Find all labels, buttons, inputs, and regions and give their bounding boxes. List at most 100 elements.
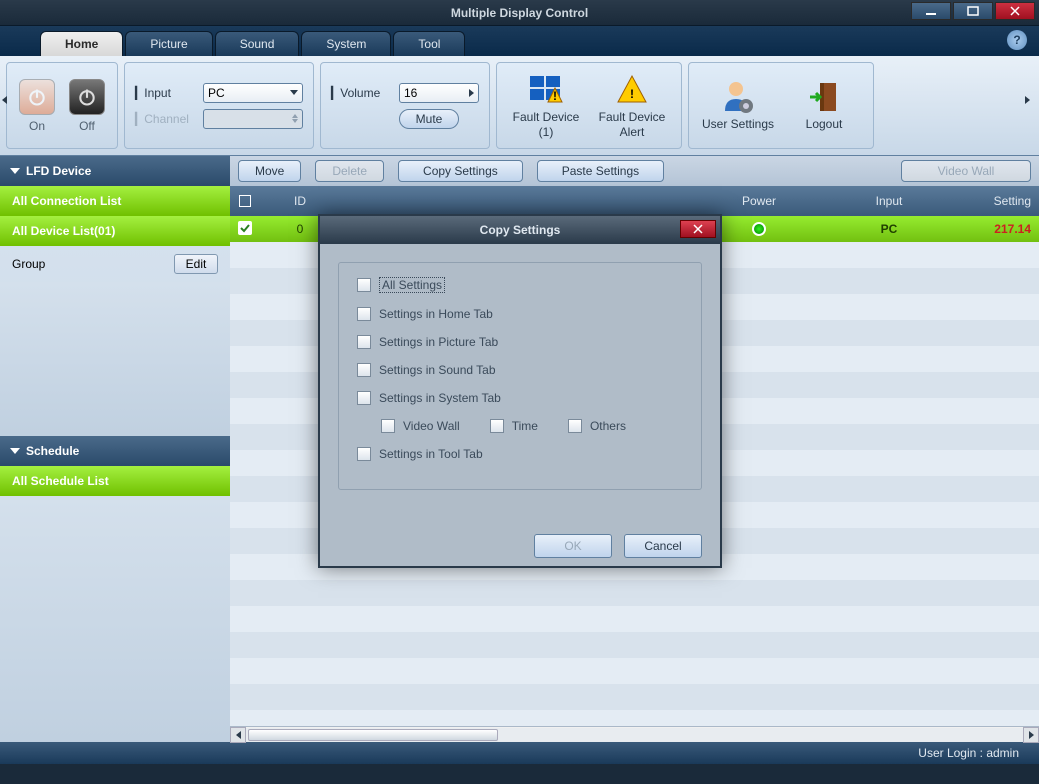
chk-home-tab[interactable]: [357, 307, 371, 321]
chk-others[interactable]: [568, 419, 582, 433]
volume-stepper[interactable]: 16: [399, 83, 479, 103]
user-login-label: User Login : admin: [918, 746, 1019, 760]
horizontal-scrollbar[interactable]: [230, 726, 1039, 742]
chk-video-wall[interactable]: [381, 419, 395, 433]
scroll-track[interactable]: [246, 728, 1023, 742]
fault-device-button[interactable]: ! Fault Device (1): [507, 72, 585, 139]
user-group: User Settings Logout: [688, 62, 874, 149]
input-label: ▎Input: [135, 86, 195, 100]
logout-door-icon: [806, 79, 842, 115]
toolbar: Move Delete Copy Settings Paste Settings…: [230, 156, 1039, 186]
chevron-down-icon: [290, 90, 298, 95]
fault-device-icon: !: [528, 72, 564, 108]
sidebar-item-all-connection[interactable]: All Connection List: [0, 186, 230, 216]
chk-system-tab[interactable]: [357, 391, 371, 405]
copy-settings-dialog: Copy Settings All Settings Settings in H…: [318, 214, 722, 568]
sidebar-header-lfd[interactable]: LFD Device: [0, 156, 230, 186]
edit-group-button[interactable]: Edit: [174, 254, 218, 274]
cancel-button[interactable]: Cancel: [624, 534, 702, 558]
maximize-button[interactable]: [953, 2, 993, 20]
ribbon-scroll-right[interactable]: [1025, 96, 1037, 116]
header-power[interactable]: Power: [709, 194, 809, 208]
copy-settings-button[interactable]: Copy Settings: [398, 160, 523, 182]
scroll-left-button[interactable]: [230, 727, 246, 743]
logout-button[interactable]: Logout: [785, 79, 863, 131]
lbl-system-tab: Settings in System Tab: [379, 391, 501, 405]
lbl-time: Time: [512, 419, 538, 433]
scroll-thumb[interactable]: [248, 729, 498, 741]
app-title: Multiple Display Control: [451, 6, 588, 20]
sidebar-item-all-schedule[interactable]: All Schedule List: [0, 466, 230, 496]
lbl-picture-tab: Settings in Picture Tab: [379, 335, 498, 349]
channel-label: ▎Channel: [135, 112, 195, 126]
tab-picture[interactable]: Picture: [125, 31, 212, 56]
tab-home[interactable]: Home: [40, 31, 123, 56]
svg-text:!: !: [630, 87, 634, 101]
sidebar-item-all-device[interactable]: All Device List(01): [0, 216, 230, 246]
header-setting[interactable]: Setting: [969, 194, 1039, 208]
svg-text:!: !: [553, 89, 557, 103]
dialog-panel: All Settings Settings in Home Tab Settin…: [338, 262, 702, 490]
power-group: On Off: [6, 62, 118, 149]
minimize-button[interactable]: [911, 2, 951, 20]
dialog-close-button[interactable]: [680, 220, 716, 238]
scroll-right-button[interactable]: [1023, 727, 1039, 743]
fault-group: ! Fault Device (1) ! Fault Device Alert: [496, 62, 682, 149]
user-settings-label: User Settings: [702, 117, 774, 131]
user-gear-icon: [720, 79, 756, 115]
paste-settings-button[interactable]: Paste Settings: [537, 160, 664, 182]
help-icon[interactable]: ?: [1007, 30, 1027, 50]
grid-header: ID Power Input Setting: [230, 186, 1039, 216]
tab-tool[interactable]: Tool: [393, 31, 465, 56]
chk-picture-tab[interactable]: [357, 335, 371, 349]
mute-button[interactable]: Mute: [399, 109, 459, 129]
header-input[interactable]: Input: [809, 194, 969, 208]
ribbon-scroll-left[interactable]: [2, 96, 14, 116]
tab-system[interactable]: System: [301, 31, 391, 56]
row-power: [709, 222, 809, 236]
titlebar: Multiple Display Control: [0, 0, 1039, 26]
power-on-icon: [19, 79, 55, 115]
arrow-right-icon: [469, 89, 474, 97]
lbl-home-tab: Settings in Home Tab: [379, 307, 493, 321]
chk-sound-tab[interactable]: [357, 363, 371, 377]
sidebar-item-group: Group Edit: [0, 246, 230, 282]
volume-label: ▎Volume: [331, 86, 391, 100]
tabstrip: Home Picture Sound System Tool ?: [0, 26, 1039, 56]
close-button[interactable]: [995, 2, 1035, 20]
lbl-video-wall: Video Wall: [403, 419, 460, 433]
user-settings-button[interactable]: User Settings: [699, 79, 777, 131]
lbl-sound-tab: Settings in Sound Tab: [379, 363, 496, 377]
status-bar: User Login : admin: [0, 742, 1039, 764]
input-dropdown[interactable]: PC: [203, 83, 303, 103]
ok-button[interactable]: OK: [534, 534, 612, 558]
power-off-label: Off: [79, 119, 95, 133]
power-on-button[interactable]: On: [19, 79, 55, 133]
row-input: PC: [809, 222, 969, 236]
power-off-icon: [69, 79, 105, 115]
chk-all-settings[interactable]: [357, 278, 371, 292]
volume-group: ▎Volume 16 Mute: [320, 62, 490, 149]
fault-alert-button[interactable]: ! Fault Device Alert: [593, 72, 671, 139]
group-label: Group: [12, 257, 45, 271]
lbl-others: Others: [590, 419, 626, 433]
header-checkbox[interactable]: [230, 195, 260, 207]
dialog-titlebar[interactable]: Copy Settings: [320, 216, 720, 244]
power-on-label: On: [29, 119, 45, 133]
lbl-all-settings: All Settings: [379, 277, 445, 293]
move-button[interactable]: Move: [238, 160, 301, 182]
power-off-button[interactable]: Off: [69, 79, 105, 133]
row-checkbox[interactable]: [230, 221, 260, 238]
chk-time[interactable]: [490, 419, 504, 433]
ribbon: On Off ▎Input PC ▎Channel ▎Volume 16 Mut…: [0, 56, 1039, 156]
tab-sound[interactable]: Sound: [215, 31, 300, 56]
sidebar-header-schedule[interactable]: Schedule: [0, 436, 230, 466]
sidebar: LFD Device All Connection List All Devic…: [0, 156, 230, 742]
lbl-tool-tab: Settings in Tool Tab: [379, 447, 483, 461]
power-led-icon: [752, 222, 766, 236]
header-id[interactable]: ID: [260, 194, 340, 208]
fault-device-label: Fault Device (1): [507, 110, 585, 139]
delete-button: Delete: [315, 160, 384, 182]
row-setting: 217.14: [969, 222, 1039, 236]
chk-tool-tab[interactable]: [357, 447, 371, 461]
